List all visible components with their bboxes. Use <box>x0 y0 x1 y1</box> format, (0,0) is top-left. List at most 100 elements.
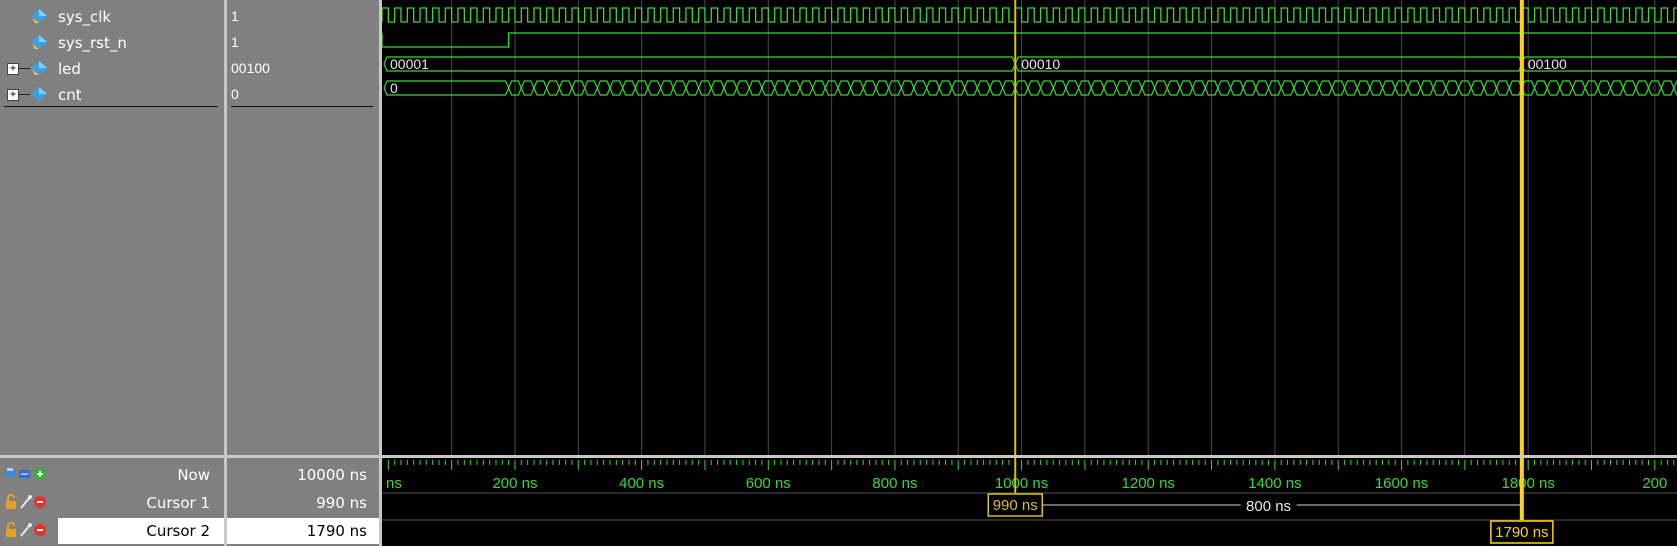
bus-segment <box>1191 80 1206 96</box>
bus-segment <box>913 80 928 96</box>
expand-icon[interactable]: + <box>7 63 19 75</box>
bus-segment <box>799 80 814 96</box>
tick-label: ns <box>386 475 402 492</box>
cursor-2-label: Cursor 2 <box>146 522 210 540</box>
bus-segment <box>1381 80 1396 96</box>
timeline-canvas[interactable]: ns 200 ns 400 ns 600 ns 800 ns 1000 ns 1200 ns… <box>382 458 1677 546</box>
bus-segment <box>647 80 662 96</box>
bus-segment <box>1419 80 1434 96</box>
bus-value: 0 <box>390 80 398 96</box>
bus-segment <box>1533 80 1548 96</box>
tick-label: 1400 ns <box>1248 475 1301 492</box>
bus-segment <box>1103 80 1118 96</box>
cursor-timeline-pane[interactable]: ns 200 ns 400 ns 600 ns 800 ns 1000 ns 1200 ns… <box>382 458 1677 546</box>
insertion-marker <box>4 106 218 107</box>
bus-segment <box>520 80 535 96</box>
tick-label: 1600 ns <box>1375 475 1428 492</box>
add-cursor-icon <box>19 470 30 478</box>
cursor-values-pane: 10000 ns 990 ns 1790 ns <box>227 458 379 546</box>
bus-segment <box>1166 80 1181 96</box>
cursor-1-row[interactable]: Cursor 1 <box>0 490 224 514</box>
bus-segment <box>773 80 788 96</box>
bus-segment <box>837 80 852 96</box>
bus-segment <box>659 80 674 96</box>
signal-icon <box>31 61 47 75</box>
signal-row-led[interactable]: + led <box>0 56 224 80</box>
signal-name: sys_clk <box>58 8 112 26</box>
bus-segment <box>672 80 687 96</box>
zoom-icon <box>5 468 15 477</box>
bus-segment <box>1546 80 1561 96</box>
toolbar-icons <box>5 468 46 480</box>
bus-segment <box>583 80 598 96</box>
cursor-1-flag[interactable]: 990 ns <box>987 493 1044 517</box>
bus-segment <box>685 80 700 96</box>
remove-cursor-icon <box>34 496 46 508</box>
bus-segment <box>1014 56 1523 72</box>
edit-cursor-icon <box>20 495 32 509</box>
cursor-2-row[interactable]: Cursor 2 <box>0 518 224 542</box>
bus-value: 00001 <box>390 56 429 72</box>
tick-label: 200 ns <box>492 475 537 492</box>
cursor-2-flag-label: 1790 ns <box>1495 524 1548 541</box>
bus-segment <box>938 80 953 96</box>
signal-name: cnt <box>58 86 82 104</box>
bus-segment <box>1609 80 1624 96</box>
bus-segment <box>1001 80 1016 96</box>
tick-label: 1200 ns <box>1122 475 1175 492</box>
signal-row-cnt[interactable]: + cnt <box>0 82 224 106</box>
bus-segment <box>1369 80 1384 96</box>
bus-segment <box>786 80 801 96</box>
cursor-1-icons <box>6 494 46 509</box>
bus-segment <box>989 80 1004 96</box>
signal-icon <box>31 35 47 49</box>
cursor-2-value: 1790 ns <box>306 522 367 540</box>
bus-segment <box>723 80 738 96</box>
tick-label: 1000 ns <box>995 475 1048 492</box>
signal-row-sys-clk[interactable]: sys_clk <box>0 4 224 28</box>
bus-segment <box>621 80 636 96</box>
now-label: Now <box>177 466 210 484</box>
bus-segment <box>1128 80 1143 96</box>
insertion-marker <box>231 106 373 107</box>
bus-value: 00100 <box>1528 56 1567 72</box>
bus-segment <box>963 80 978 96</box>
bus-value: 00010 <box>1021 56 1060 72</box>
signal-row-sys-rst-n[interactable]: sys_rst_n <box>0 30 224 54</box>
bus-segment <box>609 80 624 96</box>
bus-segment <box>1483 80 1498 96</box>
bus-segment <box>1090 80 1105 96</box>
tick-labels: ns 200 ns 400 ns 600 ns 800 ns 1000 ns 1200 ns… <box>386 475 1667 492</box>
expand-icon[interactable]: + <box>7 89 19 101</box>
waveform-pane[interactable]: 00001 00010 00100 0 <box>382 0 1677 455</box>
signal-value: 1 <box>231 34 239 50</box>
signal-icon <box>31 9 47 23</box>
bus-segment <box>1153 80 1168 96</box>
bus-segment <box>710 80 725 96</box>
waveform-canvas[interactable]: 00001 00010 00100 0 <box>382 0 1677 455</box>
bus-segment <box>383 56 1016 72</box>
signal-names-pane: sys_clk sys_rst_n + led + cnt <box>0 0 224 455</box>
bus-segment <box>1255 80 1270 96</box>
tick-label: 400 ns <box>619 475 664 492</box>
edit-cursor-icon <box>20 523 32 537</box>
signal-name: sys_rst_n <box>58 34 127 52</box>
bus-segment <box>735 80 750 96</box>
bus-segment <box>1027 80 1042 96</box>
bus-segment <box>811 80 826 96</box>
bus-segment <box>1622 80 1637 96</box>
bus-segment <box>1495 80 1510 96</box>
bus-segment <box>1407 80 1422 96</box>
sys-clk-waveform <box>382 7 1677 23</box>
bus-segment <box>900 80 915 96</box>
now-value: 10000 ns <box>297 466 367 484</box>
bus-segment <box>849 80 864 96</box>
bus-segment <box>1229 80 1244 96</box>
tree-connector <box>18 68 30 69</box>
cursor-delta-label: 800 ns <box>1246 498 1291 515</box>
bus-segment <box>558 80 573 96</box>
remove-cursor-icon <box>34 524 46 536</box>
cursor-2-flag[interactable]: 1790 ns <box>1490 520 1554 544</box>
bus-segment <box>1052 80 1067 96</box>
cursor-names-pane: Now Cursor 1 Cursor 2 <box>0 458 224 546</box>
